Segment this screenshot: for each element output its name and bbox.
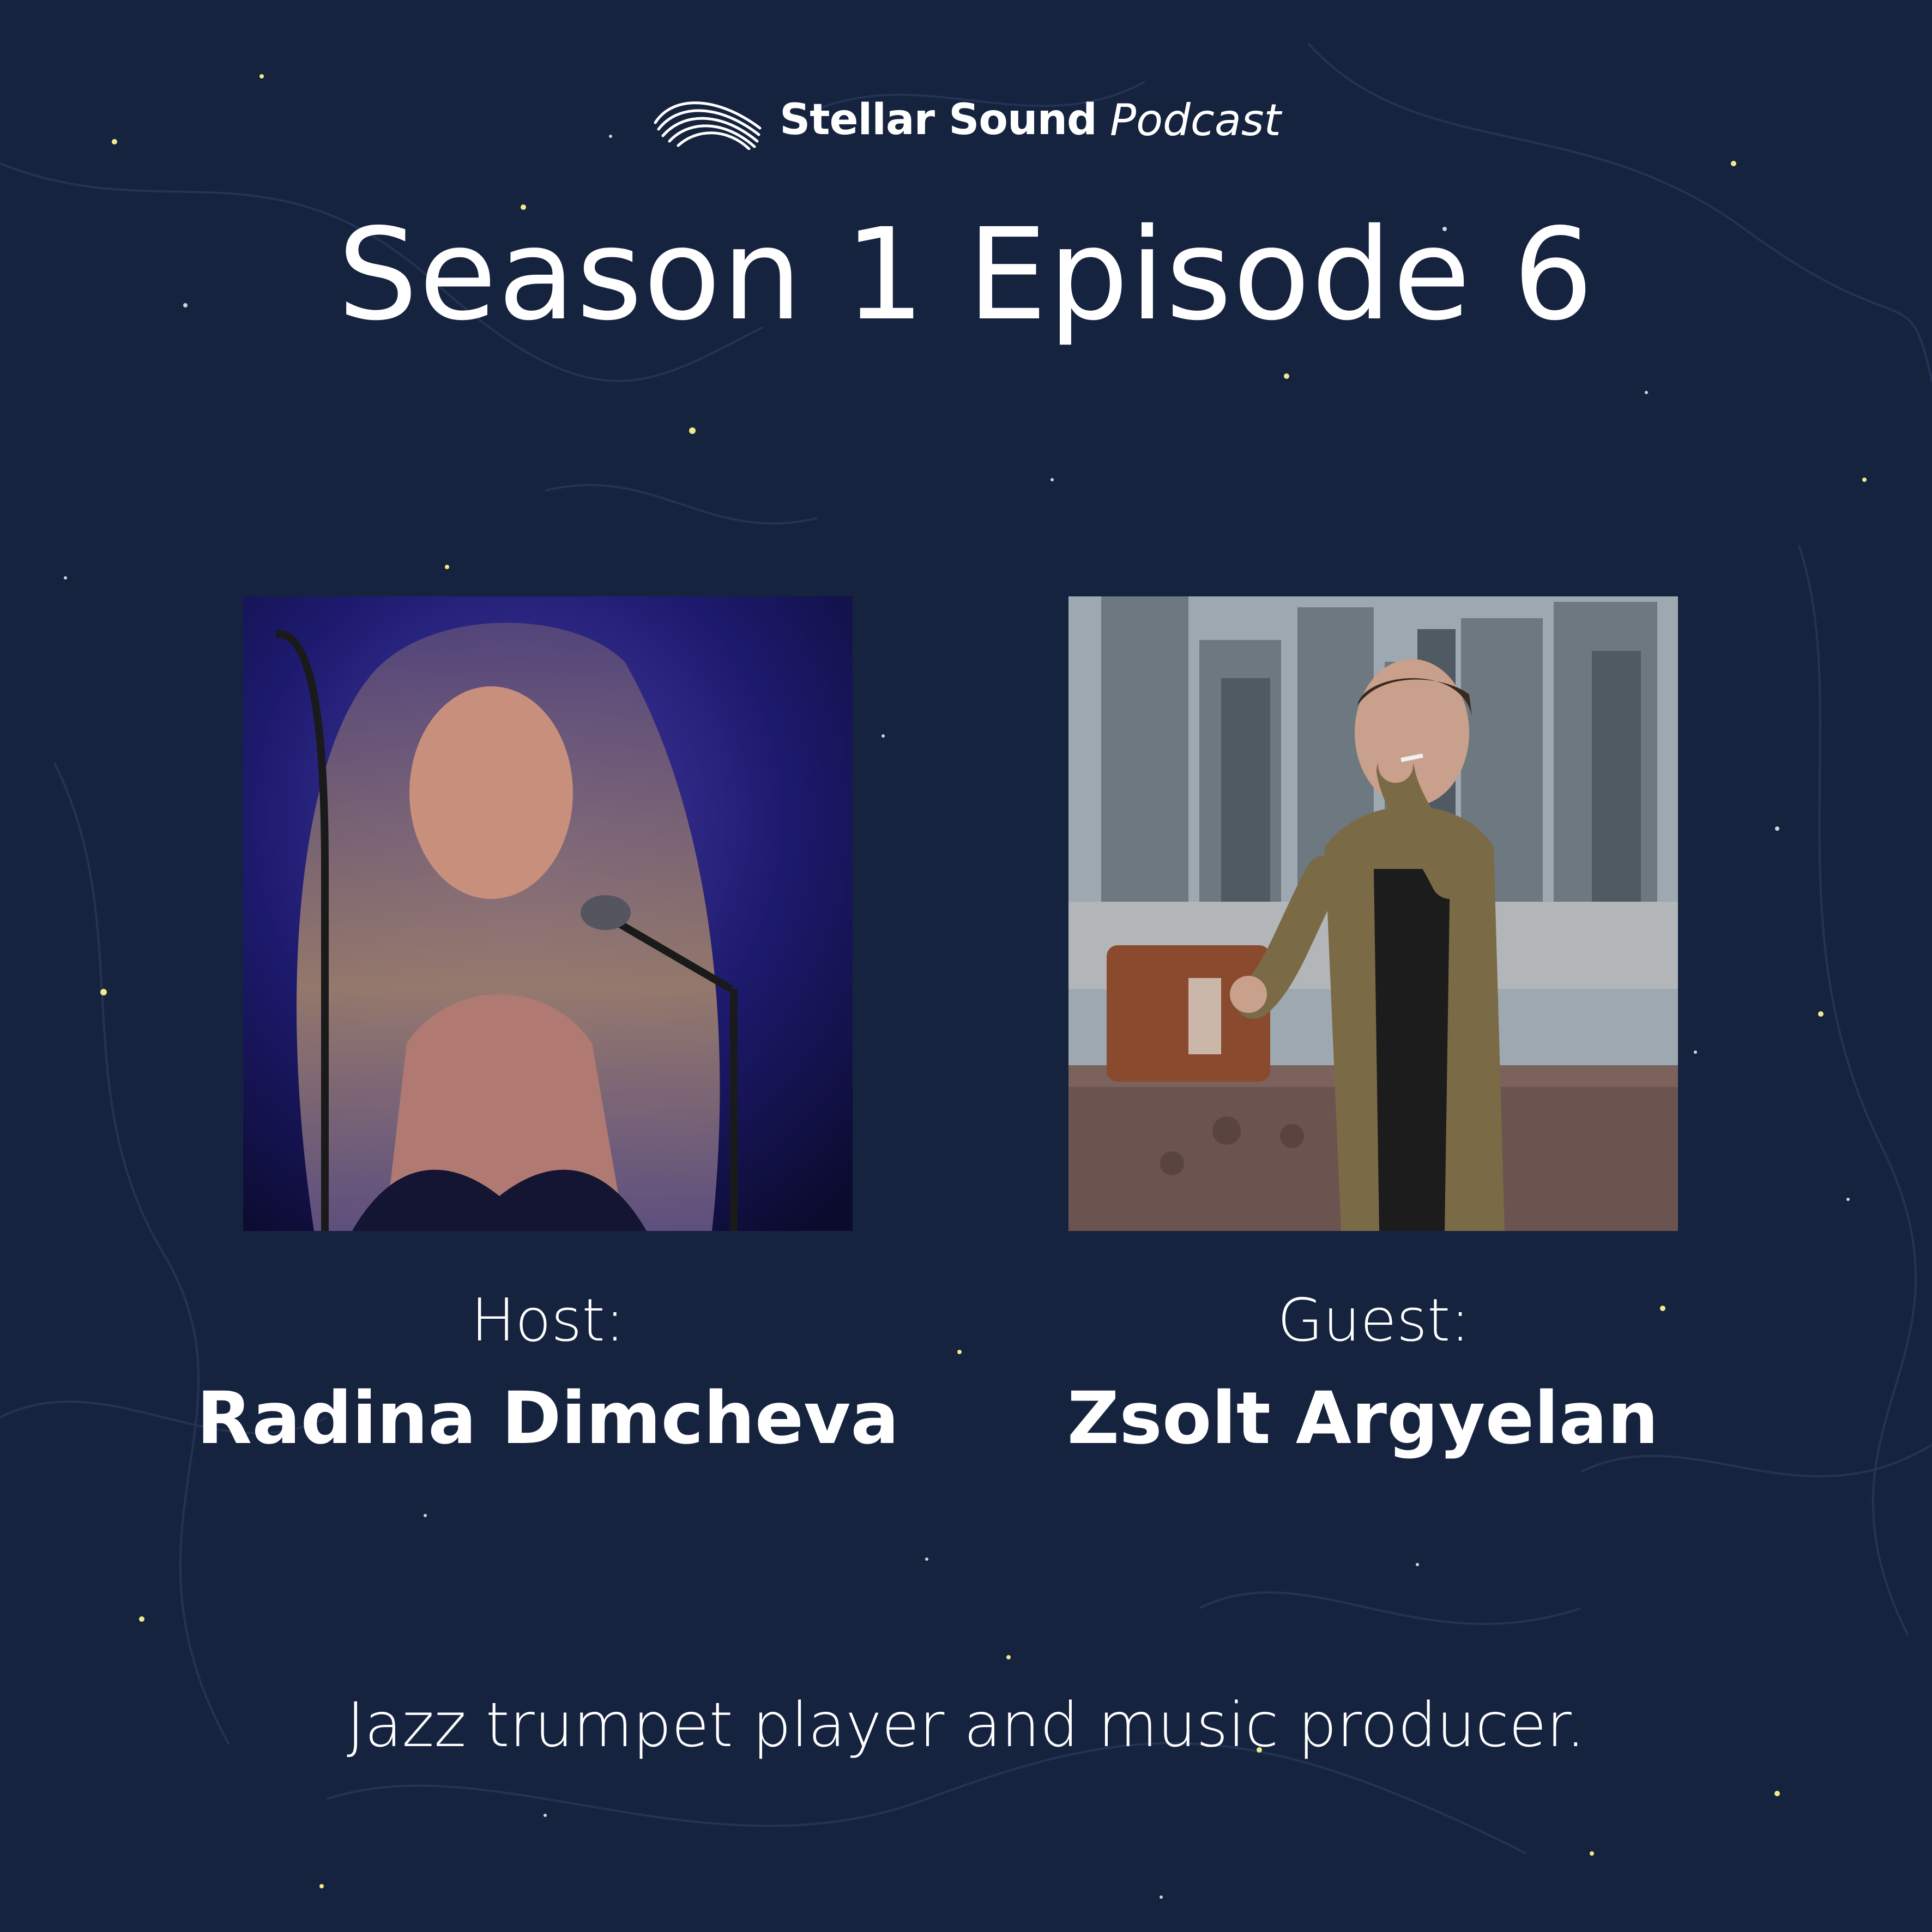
guest-role-label: Guest: xyxy=(1277,1287,1470,1355)
brand-subtitle: Podcast xyxy=(1109,94,1281,146)
episode-title: Season 1 Episode 6 xyxy=(337,201,1595,348)
sound-wave-logo-icon xyxy=(654,101,762,150)
host-name: Radina Dimcheva xyxy=(196,1376,899,1460)
brand-header: Stellar Sound Podcast xyxy=(0,87,1932,153)
guest-description: Jazz trumpet player and music producer. xyxy=(346,1690,1586,1761)
host-photo xyxy=(243,596,853,1231)
brand-name: Stellar Sound xyxy=(780,95,1097,144)
guest-name: Zsolt Argyelan xyxy=(1067,1376,1659,1460)
host-role-label: Host: xyxy=(470,1287,625,1355)
guest-photo xyxy=(1068,596,1678,1231)
